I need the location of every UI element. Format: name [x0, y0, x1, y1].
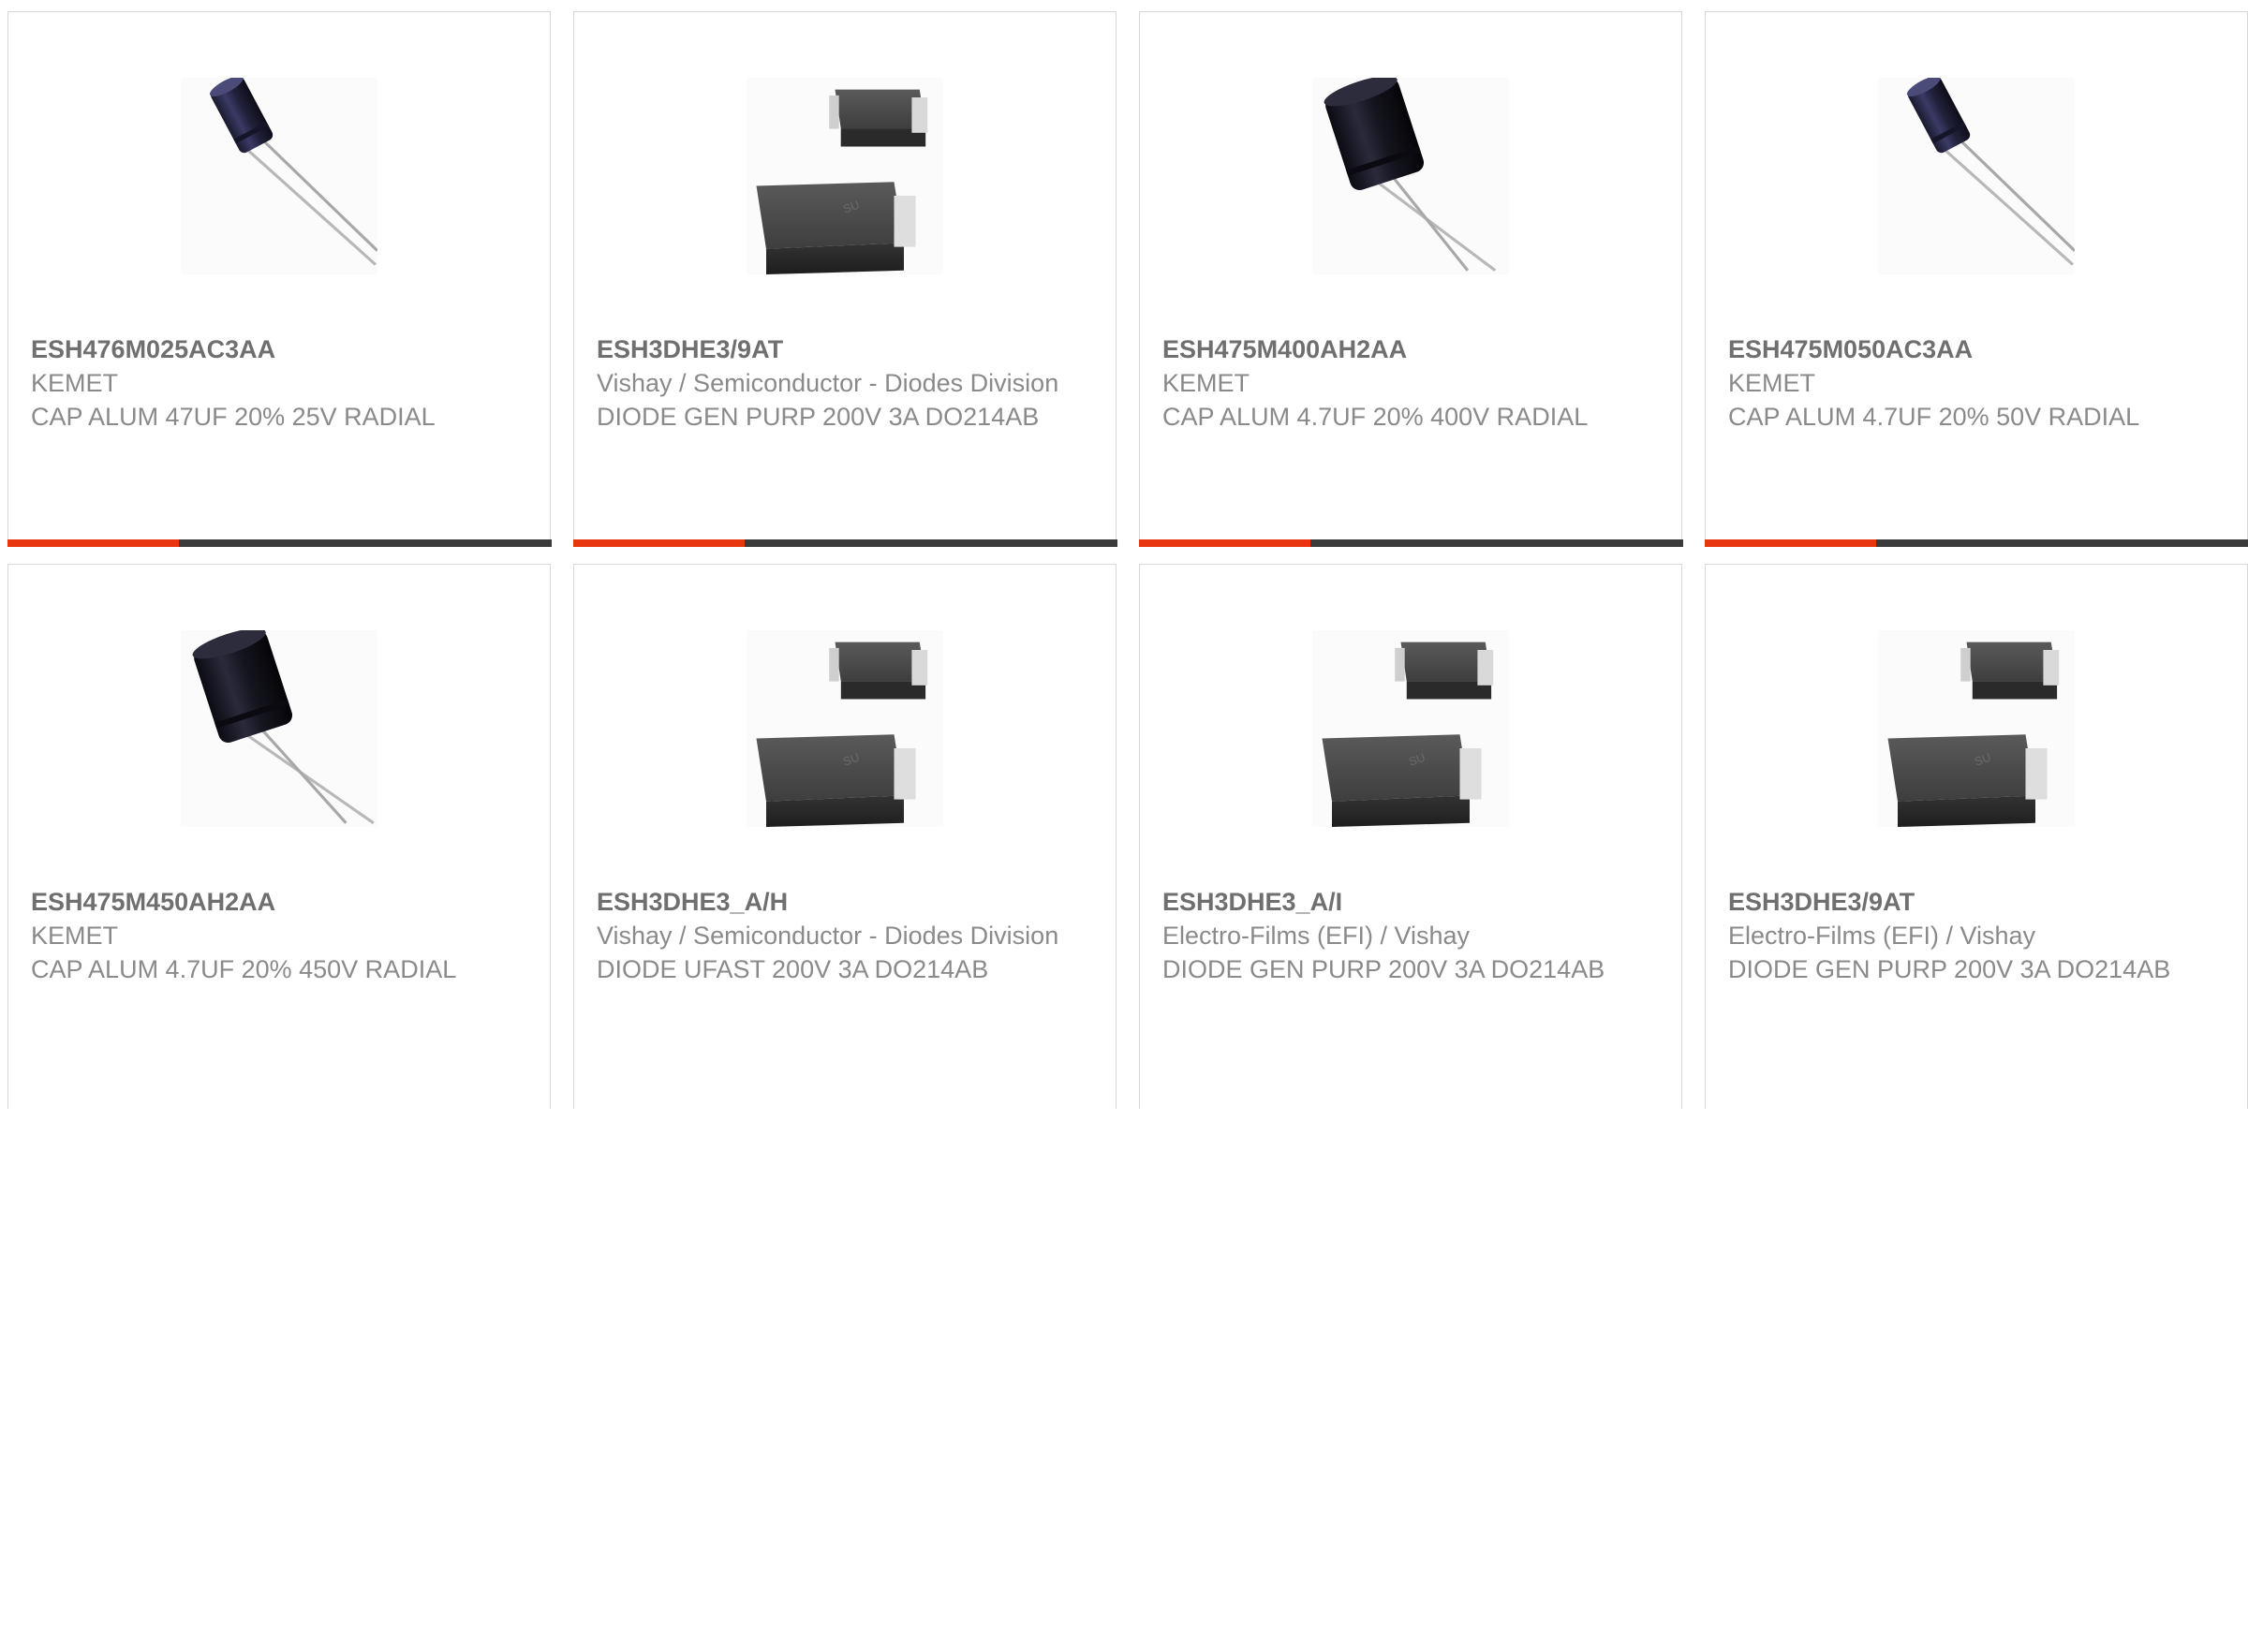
card-bar-accent [7, 539, 179, 547]
radial-capacitor-wide-icon [181, 630, 377, 827]
product-card[interactable]: SU ESH3DHE3/9AT Vishay / Semiconductor -… [573, 11, 1117, 547]
product-info: ESH3DHE3_A/I Electro-Films (EFI) / Visha… [1162, 885, 1659, 986]
smd-diode-package-icon: SU [1312, 630, 1509, 827]
card-bar-rest [179, 539, 552, 547]
manufacturer-name: Vishay / Semiconductor - Diodes Division [597, 366, 1093, 400]
card-bottom-bar [573, 539, 1117, 547]
part-number-link[interactable]: ESH475M050AC3AA [1728, 332, 2225, 366]
card-bottom-bar [7, 539, 552, 547]
part-number-link[interactable]: ESH476M025AC3AA [31, 332, 527, 366]
product-info: ESH475M450AH2AA KEMET CAP ALUM 4.7UF 20%… [31, 885, 527, 986]
product-card[interactable]: SU ESH3DHE3_A/I Electro-Films (EFI) / Vi… [1139, 564, 1682, 1109]
product-description: DIODE GEN PURP 200V 3A DO214AB [1728, 952, 2225, 986]
manufacturer-name: KEMET [1162, 366, 1659, 400]
product-description: CAP ALUM 4.7UF 20% 400V RADIAL [1162, 400, 1659, 434]
manufacturer-name: Electro-Films (EFI) / Vishay [1728, 919, 2225, 952]
part-number-link[interactable]: ESH3DHE3/9AT [597, 332, 1093, 366]
card-bottom-bar [1139, 539, 1683, 547]
product-description: CAP ALUM 4.7UF 20% 450V RADIAL [31, 952, 527, 986]
card-bar-accent [1705, 539, 1876, 547]
product-description: CAP ALUM 4.7UF 20% 50V RADIAL [1728, 400, 2225, 434]
radial-capacitor-wide-icon [1312, 78, 1509, 274]
manufacturer-name: KEMET [31, 919, 527, 952]
product-description: DIODE UFAST 200V 3A DO214AB [597, 952, 1093, 986]
manufacturer-name: Electro-Films (EFI) / Vishay [1162, 919, 1659, 952]
product-card[interactable]: SU ESH3DHE3/9AT Electro-Films (EFI) / Vi… [1705, 564, 2248, 1109]
product-card[interactable]: ESH475M050AC3AA KEMET CAP ALUM 4.7UF 20%… [1705, 11, 2248, 547]
card-bar-rest [1876, 539, 2248, 547]
product-info: ESH3DHE3/9AT Vishay / Semiconductor - Di… [597, 332, 1093, 434]
part-number-link[interactable]: ESH475M400AH2AA [1162, 332, 1659, 366]
product-info: ESH475M400AH2AA KEMET CAP ALUM 4.7UF 20%… [1162, 332, 1659, 434]
product-info: ESH3DHE3_A/H Vishay / Semiconductor - Di… [597, 885, 1093, 986]
card-bar-rest [1310, 539, 1683, 547]
manufacturer-name: Vishay / Semiconductor - Diodes Division [597, 919, 1093, 952]
product-card[interactable]: SU ESH3DHE3_A/H Vishay / Semiconductor -… [573, 564, 1117, 1109]
smd-diode-package-icon: SU [1878, 630, 2075, 827]
part-number-link[interactable]: ESH3DHE3_A/H [597, 885, 1093, 919]
product-info: ESH475M050AC3AA KEMET CAP ALUM 4.7UF 20%… [1728, 332, 2225, 434]
product-description: DIODE GEN PURP 200V 3A DO214AB [1162, 952, 1659, 986]
part-number-link[interactable]: ESH475M450AH2AA [31, 885, 527, 919]
product-info: ESH3DHE3/9AT Electro-Films (EFI) / Visha… [1728, 885, 2225, 986]
product-card[interactable]: ESH476M025AC3AA KEMET CAP ALUM 47UF 20% … [7, 11, 551, 547]
product-description: DIODE GEN PURP 200V 3A DO214AB [597, 400, 1093, 434]
product-description: CAP ALUM 47UF 20% 25V RADIAL [31, 400, 527, 434]
part-number-link[interactable]: ESH3DHE3/9AT [1728, 885, 2225, 919]
manufacturer-name: KEMET [1728, 366, 2225, 400]
manufacturer-name: KEMET [31, 366, 527, 400]
card-bottom-bar [1705, 539, 2248, 547]
card-bar-accent [573, 539, 745, 547]
product-info: ESH476M025AC3AA KEMET CAP ALUM 47UF 20% … [31, 332, 527, 434]
radial-capacitor-thin-icon [181, 78, 377, 274]
product-card[interactable]: ESH475M450AH2AA KEMET CAP ALUM 4.7UF 20%… [7, 564, 551, 1109]
card-bar-accent [1139, 539, 1310, 547]
smd-diode-package-icon: SU [747, 630, 943, 827]
smd-diode-package-icon: SU [747, 78, 943, 274]
card-bar-rest [745, 539, 1117, 547]
radial-capacitor-thin-icon [1878, 78, 2075, 274]
part-number-link[interactable]: ESH3DHE3_A/I [1162, 885, 1659, 919]
product-grid-row-2: ESH475M450AH2AA KEMET CAP ALUM 4.7UF 20%… [7, 564, 2248, 1652]
product-card[interactable]: ESH475M400AH2AA KEMET CAP ALUM 4.7UF 20%… [1139, 11, 1682, 547]
